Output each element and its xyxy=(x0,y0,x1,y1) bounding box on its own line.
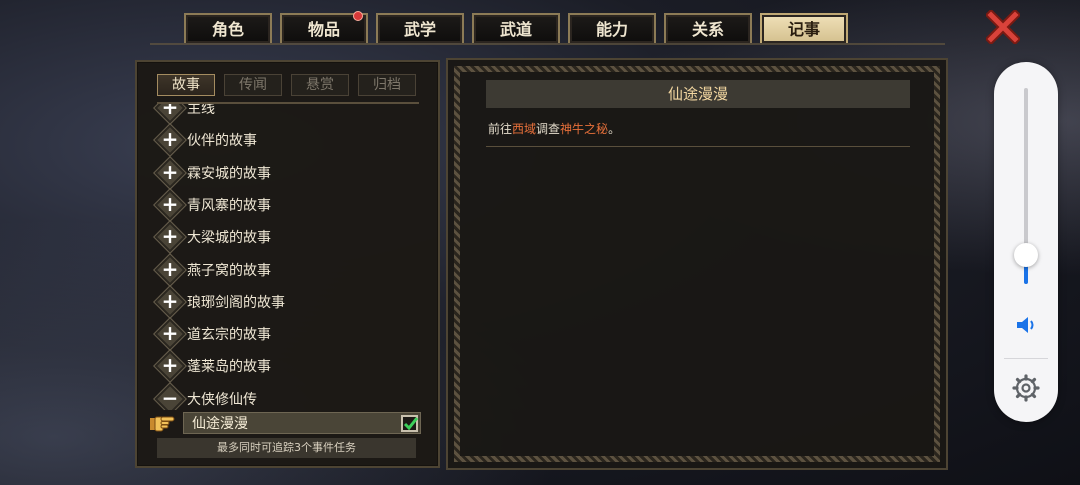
sub-tab-bar: 故事 传闻 悬赏 归档 xyxy=(157,74,416,96)
sub-tab-1[interactable]: 故事 xyxy=(157,74,215,96)
expand-icon[interactable]: + xyxy=(154,286,186,318)
list-item[interactable]: + 主线 xyxy=(154,104,215,124)
speaker-icon[interactable] xyxy=(1015,314,1037,336)
story-list-panel: 故事 传闻 悬赏 归档 + 主线 + 伙伴的故事 + 霖安城的故事 + 青风寨的故事 + 大梁城的故事 +… xyxy=(135,60,440,468)
selected-quest-label: 仙途漫漫 xyxy=(192,416,248,432)
list-item-label: 蓬莱岛的故事 xyxy=(187,359,271,376)
list-item-label: 青风寨的故事 xyxy=(187,197,271,214)
expand-icon[interactable]: + xyxy=(154,253,186,286)
highlight-term: 西域 xyxy=(512,122,537,136)
sub-tab-2[interactable]: 传闻 xyxy=(224,74,282,96)
quest-title: 仙途漫漫 xyxy=(486,80,910,108)
list-item[interactable]: + 琅琊剑阁的故事 xyxy=(154,286,285,318)
list-item[interactable]: − 大侠修仙传 xyxy=(154,383,257,410)
tab-7[interactable]: 记事 xyxy=(760,13,848,43)
expand-icon[interactable]: + xyxy=(154,124,186,156)
list-item-label: 霖安城的故事 xyxy=(187,165,271,182)
highlight-term: 神牛之秘 xyxy=(560,122,609,136)
track-limit-note: 最多同时可追踪3个事件任务 xyxy=(157,438,416,458)
tab-label: 关系 xyxy=(691,20,724,39)
desc-text: 前往 xyxy=(488,122,513,136)
list-item[interactable]: + 燕子窝的故事 xyxy=(154,253,271,286)
volume-slider-thumb[interactable] xyxy=(1014,242,1038,267)
expand-icon[interactable]: + xyxy=(154,104,186,124)
expand-icon[interactable]: + xyxy=(154,350,186,382)
selected-quest-row[interactable]: 仙途漫漫 xyxy=(183,412,421,434)
quest-divider xyxy=(486,146,910,147)
check-icon xyxy=(403,416,418,430)
tab-underline xyxy=(150,43,945,45)
expand-icon[interactable]: + xyxy=(154,221,186,253)
list-item[interactable]: + 伙伴的故事 xyxy=(154,124,257,156)
tab-label: 角色 xyxy=(211,20,244,39)
story-list[interactable]: + 主线 + 伙伴的故事 + 霖安城的故事 + 青风寨的故事 + 大梁城的故事 + 燕子窝的故事 + 琅琊… xyxy=(137,104,437,410)
tab-label: 武道 xyxy=(499,20,532,39)
tab-3[interactable]: 武学 xyxy=(376,13,464,43)
pointing-hand-icon xyxy=(150,416,175,432)
list-item-label: 琅琊剑阁的故事 xyxy=(187,294,285,311)
close-icon[interactable] xyxy=(986,10,1020,44)
desc-text: 。 xyxy=(608,122,621,136)
list-item[interactable]: + 大梁城的故事 xyxy=(154,221,271,253)
list-item[interactable]: + 霖安城的故事 xyxy=(154,157,271,189)
tab-label: 记事 xyxy=(787,20,820,39)
tab-4[interactable]: 武道 xyxy=(472,13,560,43)
track-checkbox[interactable] xyxy=(401,414,418,432)
expand-icon[interactable]: + xyxy=(154,157,186,189)
sub-tab-3[interactable]: 悬赏 xyxy=(291,74,349,96)
tab-label: 物品 xyxy=(307,20,340,39)
sub-tab-4[interactable]: 归档 xyxy=(358,74,416,96)
tab-label: 武学 xyxy=(403,20,436,39)
tab-label: 能力 xyxy=(595,20,628,39)
collapse-icon[interactable]: − xyxy=(154,383,186,410)
list-item-label: 主线 xyxy=(187,104,215,117)
quest-description: 前往西域调查神牛之秘。 xyxy=(488,120,620,137)
list-item[interactable]: + 道玄宗的故事 xyxy=(154,318,271,350)
volume-panel xyxy=(994,62,1058,422)
list-item-label: 燕子窝的故事 xyxy=(187,262,271,279)
list-item[interactable]: + 蓬莱岛的故事 xyxy=(154,350,271,382)
top-tab-bar: 角色 物品 武学 武道 能力 关系 记事 xyxy=(184,11,848,43)
volume-divider xyxy=(1004,358,1048,359)
quest-detail-panel: 仙途漫漫 前往西域调查神牛之秘。 xyxy=(446,58,948,470)
tab-6[interactable]: 关系 xyxy=(664,13,752,43)
list-item-label: 大侠修仙传 xyxy=(187,391,257,408)
list-item-label: 伙伴的故事 xyxy=(187,133,257,150)
desc-text: 调查 xyxy=(536,122,561,136)
gear-icon[interactable] xyxy=(1011,373,1041,403)
expand-icon[interactable]: + xyxy=(154,189,186,221)
list-item[interactable]: + 青风寨的故事 xyxy=(154,189,271,221)
tab-1[interactable]: 角色 xyxy=(184,13,272,43)
tab-2[interactable]: 物品 xyxy=(280,11,368,43)
tab-5[interactable]: 能力 xyxy=(568,13,656,43)
expand-icon[interactable]: + xyxy=(154,318,186,350)
list-item-label: 道玄宗的故事 xyxy=(187,327,271,344)
notification-badge xyxy=(353,11,363,21)
list-item-label: 大梁城的故事 xyxy=(187,230,271,247)
